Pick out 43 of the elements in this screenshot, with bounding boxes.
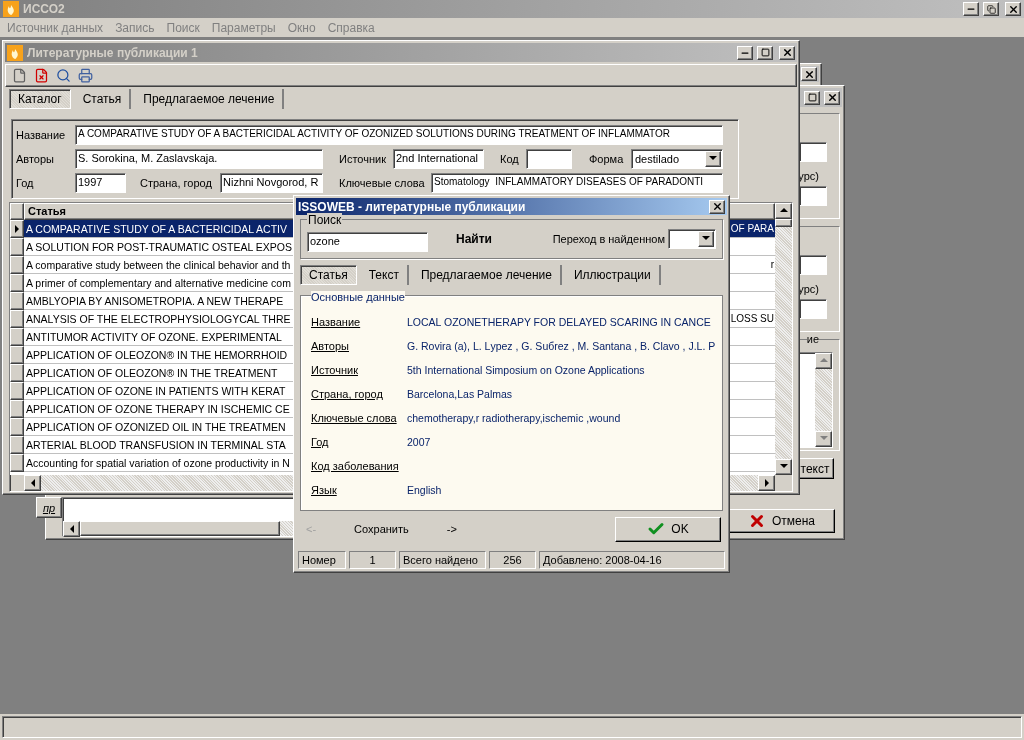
field-label: Страна, город <box>140 177 213 189</box>
cell-text: A SOLUTION FOR POST-TRAUMATIC OSTEAL EXPOS <box>26 240 293 253</box>
cell-text: OF PARA <box>730 223 774 234</box>
field-value: Barcelona,Las Palmas <box>407 388 513 400</box>
field-value: G. Rovira (a), L. Lуpez , G. Suбrez , M. Santana , B. Clavo , J.L. P <box>407 340 716 352</box>
field-label: Ключевые слова <box>339 177 425 189</box>
window-title: Литературные публикации 1 <box>27 45 199 60</box>
cell-text: APPLICATION OF OLEOZON® IN THE HEMORRHOID <box>26 348 288 361</box>
status-panel: 256 <box>489 551 536 569</box>
cell-text: AMBLYOPIA BY ANISOMETROPIA. A NEW THERAPE <box>26 294 284 307</box>
cell-text: A COMPARATIVE STUDY OF A BACTERICIDAL ACTIV <box>26 222 287 235</box>
field-label: Источник <box>339 153 387 165</box>
field-label: Название <box>16 129 67 141</box>
status-panel: Всего найдено <box>399 551 486 569</box>
field-label: Форма <box>589 153 625 165</box>
app-title: ИССО2 <box>23 2 66 16</box>
cell-text: ANALYSIS OF THE ELECTROPHYSIOLOGYCAL THRE <box>26 312 291 325</box>
field-value: 5th International Simposium on Ozone Applications <box>407 364 645 376</box>
status-panel: Номер <box>298 551 346 569</box>
field-value: 2007 <box>407 436 431 448</box>
dialog-title: ISSOWEB - литературные публикации <box>298 199 527 214</box>
field-label: Год <box>16 177 35 189</box>
cell-text: APPLICATION OF OZONIZED OIL IN THE TREATMEN <box>26 420 286 433</box>
field-label: Авторы <box>16 153 55 165</box>
group-caption: Основные данные <box>311 291 405 303</box>
field-value: chemotherapy,r radiotherapy,ischemic ,wound <box>407 412 621 424</box>
status-panel: 1 <box>349 551 396 569</box>
field-value: LOCAL OZONETHERAPY FOR DELAYED SCARING IN CANCE <box>407 316 711 328</box>
cell-text: A primer of complementary and alternative medicine com <box>26 276 291 289</box>
group-caption: Поиск <box>307 213 343 227</box>
field-label: Код <box>500 153 520 165</box>
cell-text: Accounting for spatial variation of ozone productivity in N <box>26 456 290 469</box>
cell-text: APPLICATION OF OLEOZON® IN THE TREATMENT <box>26 366 278 379</box>
goto-label: Переход в найденном <box>552 233 665 245</box>
cell-text: r <box>770 259 774 270</box>
cell-text: A comparative study between the clinical behavior and th <box>26 258 291 271</box>
status-panel: Добавлено: 2008-04-16 <box>539 551 725 569</box>
field-value: English <box>407 484 442 496</box>
cell-text: ANTITUMOR ACTIVITY OF OZONE. EXPERIMENTAL <box>26 330 282 343</box>
cell-text: APPLICATION OF OZONE IN PATIENTS WITH KERAT <box>26 384 286 397</box>
cell-text: ARTERIAL BLOOD TRANSFUSION IN TERMINAL STA <box>26 438 286 451</box>
cell-text: LOSS SU <box>730 313 774 324</box>
cell-text: APPLICATION OF OZONE THERAPY IN ISCHEMIC CE <box>26 402 290 415</box>
